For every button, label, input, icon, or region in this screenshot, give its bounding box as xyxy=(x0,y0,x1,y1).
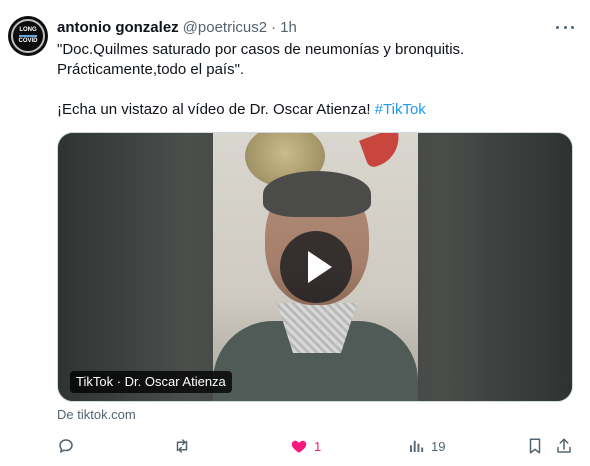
wall-decoration-red xyxy=(359,133,407,169)
like-button[interactable]: 1 xyxy=(290,434,321,458)
like-count: 1 xyxy=(314,438,322,454)
reply-icon xyxy=(59,439,73,453)
avatar-text-top: LONG xyxy=(19,27,37,33)
share-icon xyxy=(557,438,571,453)
tweet-line-3-text: ¡Echa un vistazo al vídeo de Dr. Oscar A… xyxy=(57,101,375,118)
bookmark-button[interactable] xyxy=(526,434,544,458)
views-icon xyxy=(410,440,424,452)
header-separator: · xyxy=(271,18,277,36)
reply-button[interactable] xyxy=(57,434,81,458)
tweet-line-1: "Doc.Quilmes saturado por casos de neumo… xyxy=(57,41,465,58)
more-icon[interactable] xyxy=(556,20,574,34)
tweet-line-2: Prácticamente,todo el país". xyxy=(57,61,245,78)
author-name[interactable]: antonio gonzalez xyxy=(57,19,179,36)
tweet-time[interactable]: 1h xyxy=(280,19,297,36)
avatar-wave xyxy=(19,35,37,37)
video-label: TikTok · Dr. Oscar Atienza xyxy=(70,371,232,393)
avatar-logo: LONG COVID xyxy=(11,19,45,53)
tweet-text: "Doc.Quilmes saturado por casos de neumo… xyxy=(57,40,557,120)
repost-icon xyxy=(176,439,188,453)
action-bar: 1 19 xyxy=(57,434,573,458)
play-icon[interactable] xyxy=(280,231,352,303)
bookmark-icon xyxy=(529,438,541,454)
tweet-header: antonio gonzalez @poetricus2 · 1h xyxy=(57,17,550,37)
heart-icon xyxy=(291,440,307,453)
repost-button[interactable] xyxy=(173,434,197,458)
person-hair xyxy=(263,171,371,217)
views-button[interactable]: 19 xyxy=(407,434,445,458)
avatar-text-bottom: COVID xyxy=(18,38,38,44)
tweet-line-3: ¡Echa un vistazo al vídeo de Dr. Oscar A… xyxy=(57,100,557,120)
video-card[interactable]: TikTok · Dr. Oscar Atienza xyxy=(57,132,573,402)
hashtag-link[interactable]: #TikTok xyxy=(375,101,426,118)
author-handle[interactable]: @poetricus2 xyxy=(183,19,267,36)
share-button[interactable] xyxy=(555,434,573,458)
views-count: 19 xyxy=(431,438,446,454)
link-source[interactable]: De tiktok.com xyxy=(57,407,136,422)
avatar[interactable]: LONG COVID xyxy=(8,16,48,56)
